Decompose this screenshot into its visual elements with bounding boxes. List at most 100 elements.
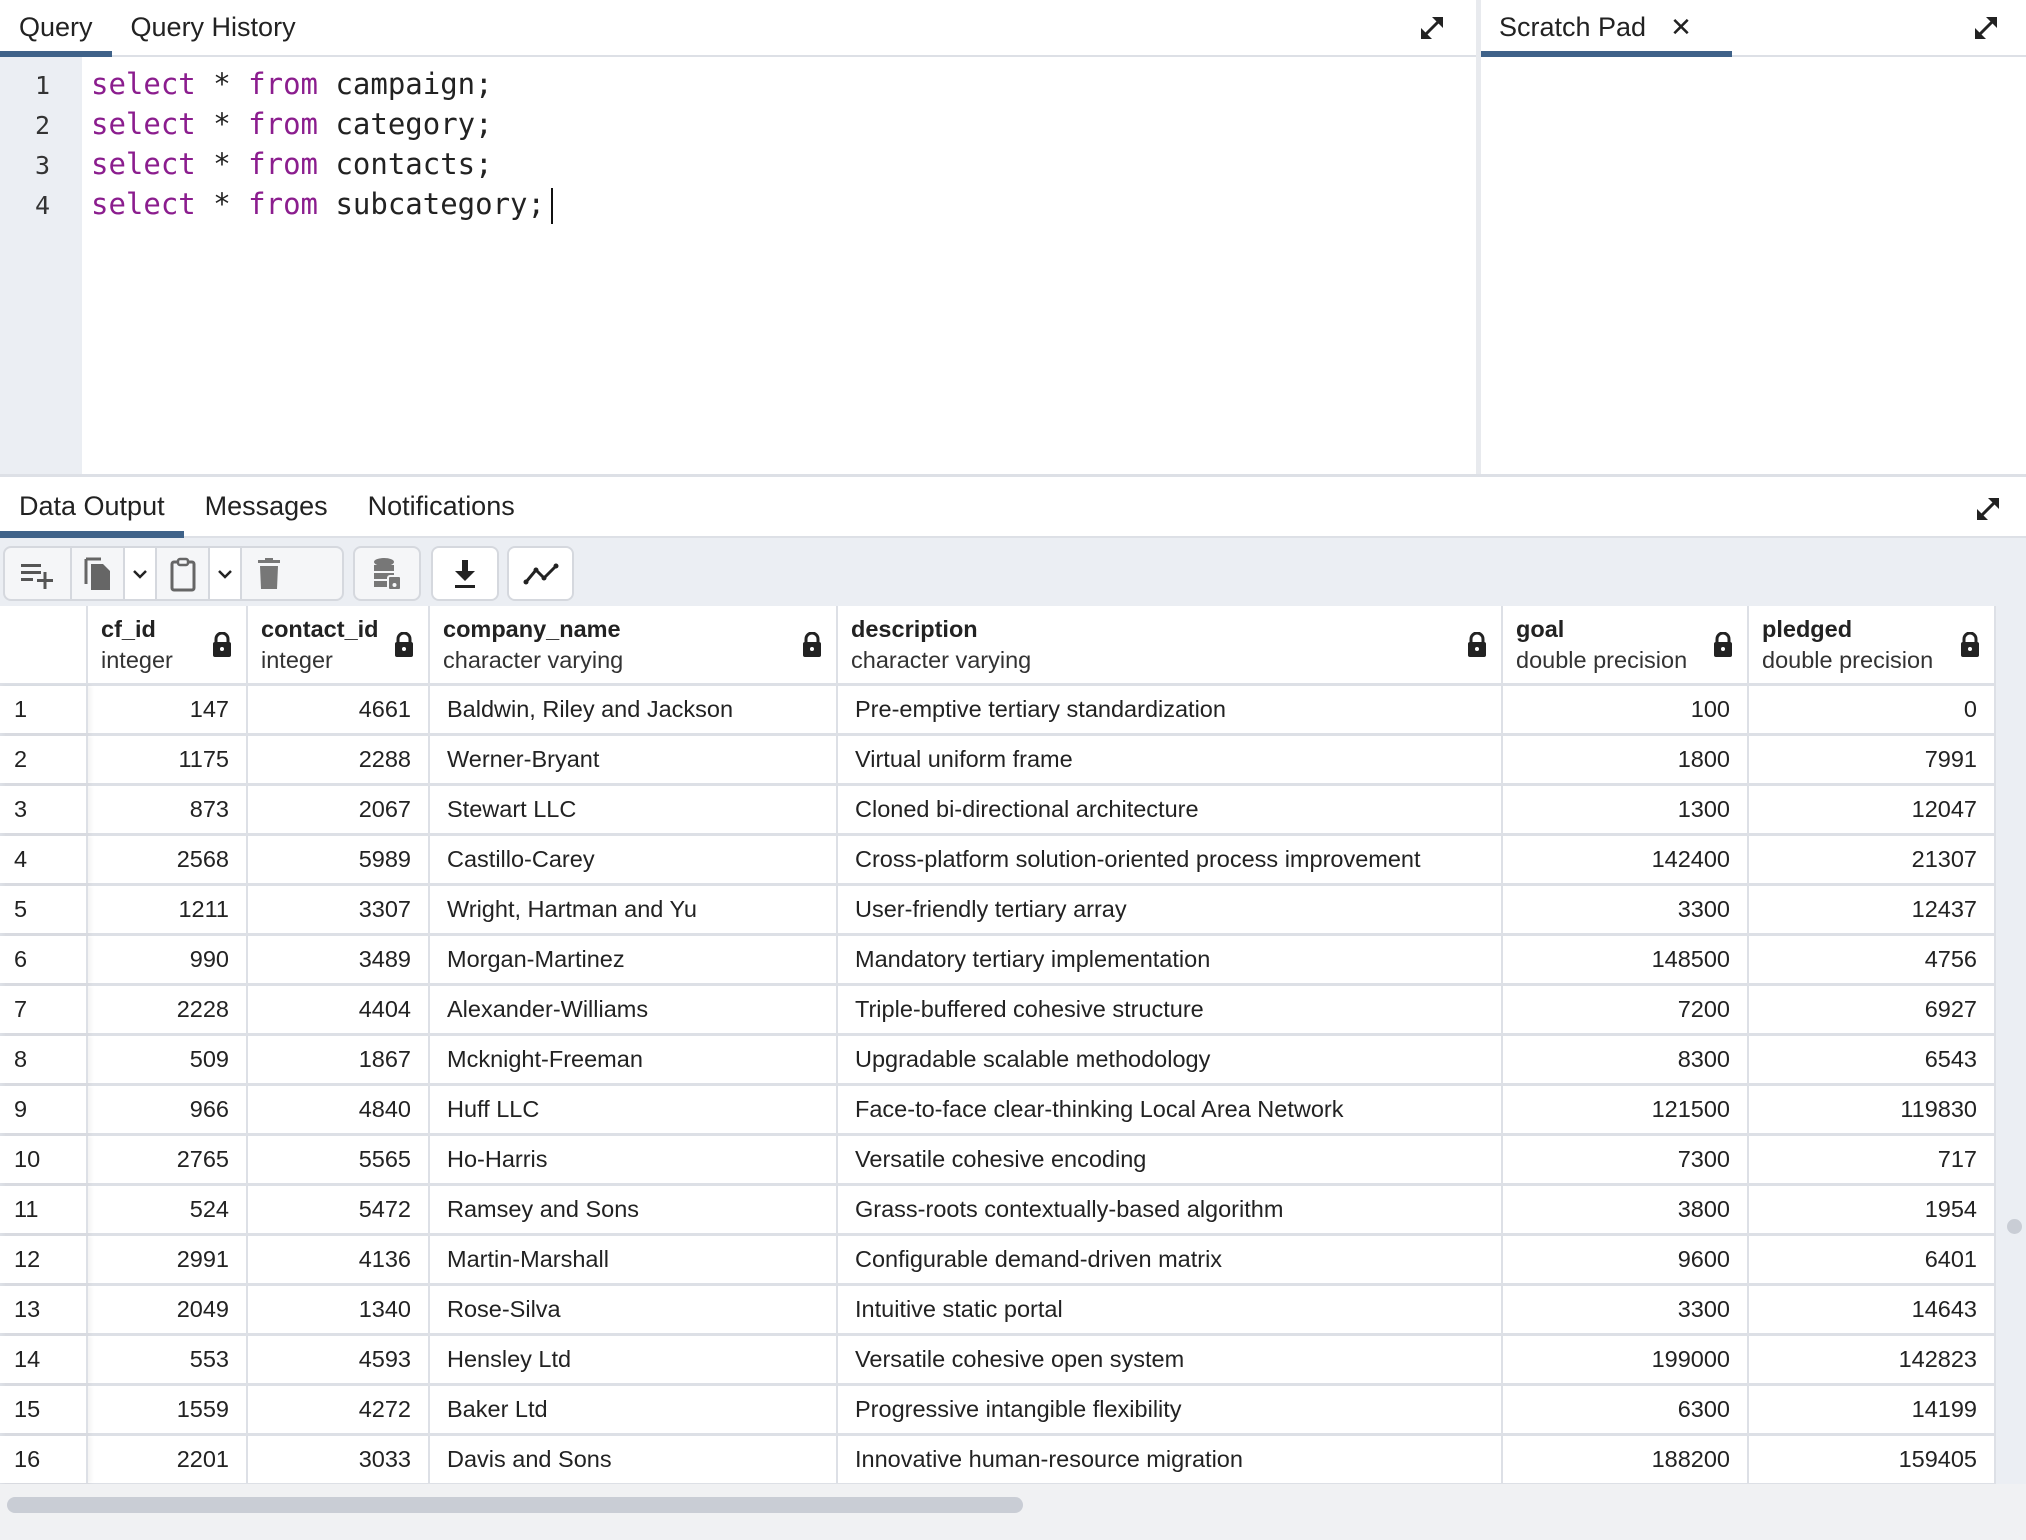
tab-query-history[interactable]: Query History — [112, 0, 315, 55]
table-cell[interactable]: 1954 — [1749, 1186, 1996, 1233]
table-cell[interactable]: 4840 — [248, 1086, 430, 1133]
table-row[interactable]: 7 2228 4404 Alexander-Williams Triple-buffer… — [0, 986, 1996, 1036]
horizontal-scrollbar-thumb[interactable] — [7, 1497, 1023, 1513]
table-cell[interactable]: Virtual uniform frame — [838, 736, 1503, 783]
table-row[interactable]: 3 873 2067 Stewart LLC Cloned bi-directional… — [0, 786, 1996, 836]
copy-button[interactable] — [72, 548, 125, 599]
row-number[interactable]: 11 — [0, 1186, 88, 1233]
table-cell[interactable]: 142400 — [1503, 836, 1749, 883]
scratch-pad-textarea[interactable] — [1481, 57, 2026, 474]
table-cell[interactable]: Castillo-Carey — [430, 836, 838, 883]
table-cell[interactable]: Werner-Bryant — [430, 736, 838, 783]
table-cell[interactable]: 3489 — [248, 936, 430, 983]
table-cell[interactable]: 159405 — [1749, 1436, 1996, 1483]
table-cell[interactable]: 1340 — [248, 1286, 430, 1333]
tab-query[interactable]: Query — [0, 0, 112, 57]
table-row[interactable]: 15 1559 4272 Baker Ltd Progressive intangibl… — [0, 1386, 1996, 1436]
tab-data-output[interactable]: Data Output — [0, 477, 184, 538]
table-row[interactable]: 16 2201 3033 Davis and Sons Innovative human… — [0, 1436, 1996, 1484]
table-cell[interactable]: Davis and Sons — [430, 1436, 838, 1483]
table-cell[interactable]: 2049 — [88, 1286, 248, 1333]
table-cell[interactable]: 5472 — [248, 1186, 430, 1233]
table-cell[interactable]: Hensley Ltd — [430, 1336, 838, 1383]
table-cell[interactable]: 966 — [88, 1086, 248, 1133]
table-cell[interactable]: Baldwin, Riley and Jackson — [430, 686, 838, 733]
table-cell[interactable]: Rose-Silva — [430, 1286, 838, 1333]
table-cell[interactable]: 119830 — [1749, 1086, 1996, 1133]
table-cell[interactable]: 990 — [88, 936, 248, 983]
table-cell[interactable]: Intuitive static portal — [838, 1286, 1503, 1333]
table-cell[interactable]: 188200 — [1503, 1436, 1749, 1483]
copy-options-dropdown[interactable] — [125, 548, 157, 599]
row-number[interactable]: 4 — [0, 836, 88, 883]
table-cell[interactable]: 524 — [88, 1186, 248, 1233]
column-header-4[interactable]: goal double precision — [1503, 606, 1749, 683]
row-number[interactable]: 6 — [0, 936, 88, 983]
table-row[interactable]: 2 1175 2288 Werner-Bryant Virtual uniform fr… — [0, 736, 1996, 786]
table-cell[interactable]: 147 — [88, 686, 248, 733]
table-cell[interactable]: Versatile cohesive open system — [838, 1336, 1503, 1383]
row-number[interactable]: 9 — [0, 1086, 88, 1133]
column-header-1[interactable]: contact_id integer — [248, 606, 430, 683]
table-row[interactable]: 13 2049 1340 Rose-Silva Intuitive static por… — [0, 1286, 1996, 1336]
table-cell[interactable]: 7991 — [1749, 736, 1996, 783]
tab-messages[interactable]: Messages — [184, 477, 347, 536]
table-cell[interactable]: 4272 — [248, 1386, 430, 1433]
table-cell[interactable]: 0 — [1749, 686, 1996, 733]
row-number[interactable]: 10 — [0, 1136, 88, 1183]
table-cell[interactable]: 7300 — [1503, 1136, 1749, 1183]
table-cell[interactable]: 4136 — [248, 1236, 430, 1283]
column-header-5[interactable]: pledged double precision — [1749, 606, 1996, 683]
table-cell[interactable]: 3033 — [248, 1436, 430, 1483]
row-number[interactable]: 16 — [0, 1436, 88, 1483]
table-cell[interactable]: 2991 — [88, 1236, 248, 1283]
table-cell[interactable]: 1175 — [88, 736, 248, 783]
table-cell[interactable]: 21307 — [1749, 836, 1996, 883]
table-cell[interactable]: Ramsey and Sons — [430, 1186, 838, 1233]
table-cell[interactable]: 1867 — [248, 1036, 430, 1083]
table-cell[interactable]: 3300 — [1503, 1286, 1749, 1333]
graph-visualiser-button[interactable] — [509, 548, 572, 599]
column-header-2[interactable]: company_name character varying — [430, 606, 838, 683]
table-cell[interactable]: Huff LLC — [430, 1086, 838, 1133]
table-cell[interactable]: 148500 — [1503, 936, 1749, 983]
table-cell[interactable]: 717 — [1749, 1136, 1996, 1183]
code-line[interactable]: select * from contacts; — [91, 147, 493, 181]
table-cell[interactable]: 3300 — [1503, 886, 1749, 933]
table-cell[interactable]: 3800 — [1503, 1186, 1749, 1233]
table-row[interactable]: 1 147 4661 Baldwin, Riley and Jackson Pre-em… — [0, 686, 1996, 736]
table-cell[interactable]: Mandatory tertiary implementation — [838, 936, 1503, 983]
row-number[interactable]: 8 — [0, 1036, 88, 1083]
table-cell[interactable]: Grass-roots contextually-based algorithm — [838, 1186, 1503, 1233]
table-cell[interactable]: 4756 — [1749, 936, 1996, 983]
table-cell[interactable]: Progressive intangible flexibility — [838, 1386, 1503, 1433]
tab-scratch-pad[interactable]: Scratch Pad ✕ — [1481, 0, 1732, 57]
table-cell[interactable]: 6543 — [1749, 1036, 1996, 1083]
table-cell[interactable]: 199000 — [1503, 1336, 1749, 1383]
table-cell[interactable]: Pre-emptive tertiary standardization — [838, 686, 1503, 733]
table-row[interactable]: 11 524 5472 Ramsey and Sons Grass-roots cont… — [0, 1186, 1996, 1236]
table-cell[interactable]: 6927 — [1749, 986, 1996, 1033]
table-cell[interactable]: 4404 — [248, 986, 430, 1033]
save-data-button[interactable] — [355, 548, 419, 599]
table-cell[interactable]: Upgradable scalable methodology — [838, 1036, 1503, 1083]
table-cell[interactable]: 2067 — [248, 786, 430, 833]
table-cell[interactable]: Wright, Hartman and Yu — [430, 886, 838, 933]
table-cell[interactable]: 7200 — [1503, 986, 1749, 1033]
table-cell[interactable]: Innovative human-resource migration — [838, 1436, 1503, 1483]
table-cell[interactable]: 509 — [88, 1036, 248, 1083]
table-cell[interactable]: Mcknight-Freeman — [430, 1036, 838, 1083]
table-cell[interactable]: 14643 — [1749, 1286, 1996, 1333]
table-cell[interactable]: Alexander-Williams — [430, 986, 838, 1033]
table-row[interactable]: 4 2568 5989 Castillo-Carey Cross-platform so… — [0, 836, 1996, 886]
table-cell[interactable]: Configurable demand-driven matrix — [838, 1236, 1503, 1283]
delete-button[interactable] — [242, 548, 296, 599]
table-cell[interactable]: 9600 — [1503, 1236, 1749, 1283]
table-cell[interactable]: Ho-Harris — [430, 1136, 838, 1183]
table-cell[interactable]: Martin-Marshall — [430, 1236, 838, 1283]
table-cell[interactable]: 1211 — [88, 886, 248, 933]
table-cell[interactable]: 1800 — [1503, 736, 1749, 783]
table-cell[interactable]: Baker Ltd — [430, 1386, 838, 1433]
row-number-header[interactable] — [0, 606, 88, 683]
download-button[interactable] — [433, 548, 497, 599]
